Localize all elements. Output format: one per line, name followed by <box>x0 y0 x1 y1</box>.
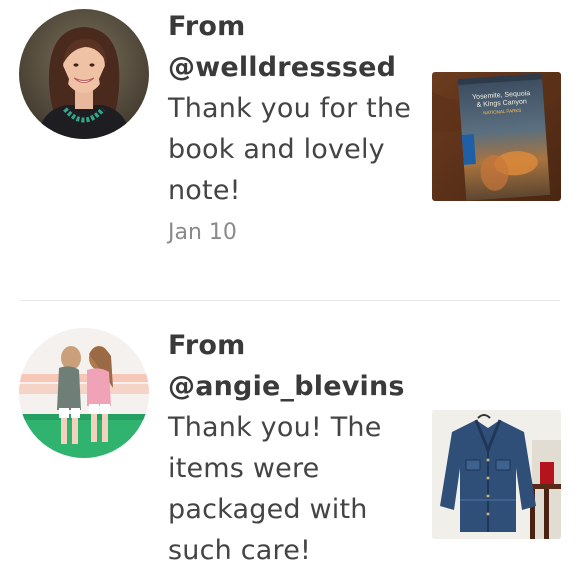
avatar[interactable] <box>19 328 149 458</box>
note-date: Jan 10 <box>168 220 237 245</box>
from-label: From <box>168 11 246 42</box>
listing-thumbnail[interactable]: Yosemite, Sequoia & Kings Canyon NATIONA… <box>432 72 561 201</box>
from-label: From <box>168 330 246 361</box>
listing-thumbnail[interactable] <box>432 410 561 539</box>
avatar-photo-icon <box>19 9 149 139</box>
note-card[interactable]: From @welldresssed Thank you for the boo… <box>0 0 580 300</box>
note-message: Thank you! The items were packaged with … <box>168 412 382 566</box>
avatar[interactable] <box>19 9 149 139</box>
avatar-illustration-icon <box>19 328 149 458</box>
note-text: From @welldresssed Thank you for the boo… <box>168 6 413 252</box>
jacket-photo-icon <box>432 410 561 539</box>
sender-handle[interactable]: @welldresssed <box>168 47 413 88</box>
note-text: From @angie_blevins Thank you! The items… <box>168 325 413 571</box>
note-message: Thank you for the book and lovely note! <box>168 93 412 206</box>
note-card[interactable]: From @angie_blevins Thank you! The items… <box>0 301 580 580</box>
sender-handle[interactable]: @angie_blevins <box>168 366 413 407</box>
love-notes-feed: From @welldresssed Thank you for the boo… <box>0 0 580 580</box>
book-photo-icon: Yosemite, Sequoia & Kings Canyon NATIONA… <box>432 72 561 201</box>
